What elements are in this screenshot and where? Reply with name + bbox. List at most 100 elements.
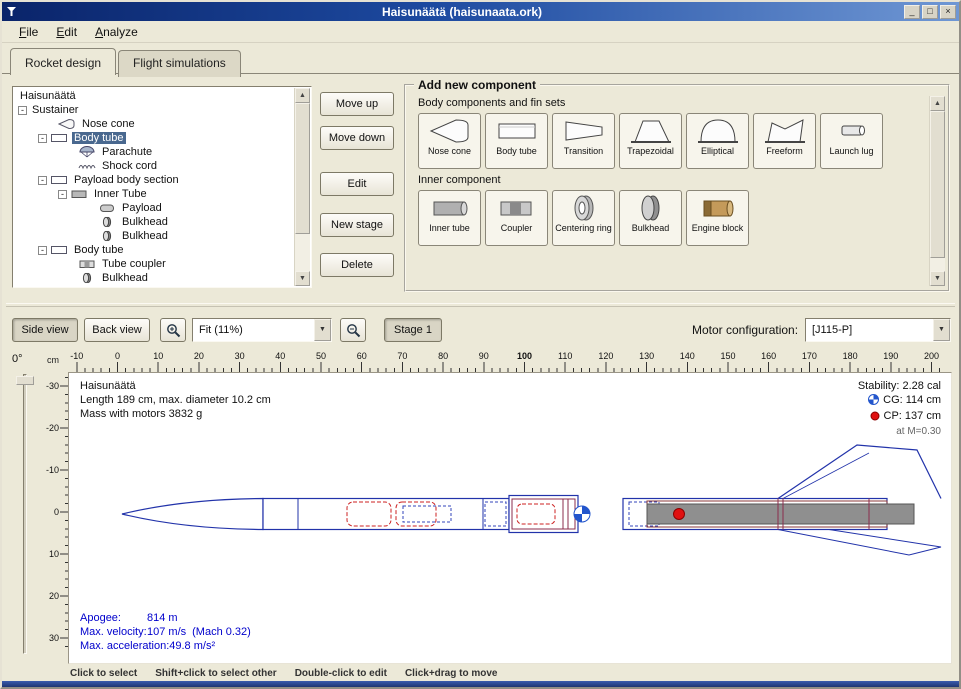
tube-icon bbox=[50, 174, 68, 186]
svg-text:20: 20 bbox=[194, 351, 204, 361]
rocket-canvas[interactable]: Haisunäätä Length 189 cm, max. diameter … bbox=[68, 372, 952, 664]
add-trapezoidal-button[interactable]: Trapezoidal bbox=[619, 113, 682, 169]
collapse-icon[interactable]: - bbox=[38, 134, 47, 143]
collapse-icon[interactable]: - bbox=[58, 190, 67, 199]
cp-value: CP: 137 cm bbox=[884, 410, 941, 422]
add-inner-tube-button[interactable]: Inner tube bbox=[418, 190, 481, 246]
tree-item-payload-body-section[interactable]: -Payload body section bbox=[14, 173, 294, 187]
scroll-up-icon[interactable]: ▲ bbox=[295, 88, 310, 103]
coupler-icon bbox=[78, 258, 96, 270]
tree-item-tube-coupler[interactable]: Tube coupler bbox=[14, 257, 294, 271]
app-rocket-icon bbox=[5, 5, 20, 19]
tab-flight-simulations[interactable]: Flight simulations bbox=[118, 50, 241, 77]
tree-item-label: Inner Tube bbox=[92, 188, 149, 200]
zoom-out-button[interactable] bbox=[340, 318, 366, 342]
collapse-icon[interactable]: - bbox=[18, 106, 27, 115]
tree-item-label: Nose cone bbox=[80, 118, 137, 130]
add-nose-cone-button[interactable]: Nose cone bbox=[418, 113, 481, 169]
collapse-icon[interactable]: - bbox=[38, 246, 47, 255]
scrollbar-track[interactable] bbox=[930, 111, 945, 271]
new-stage-button[interactable]: New stage bbox=[320, 213, 394, 237]
stage-1-toggle[interactable]: Stage 1 bbox=[384, 318, 442, 342]
menu-analyze[interactable]: Analyze bbox=[86, 22, 147, 42]
scroll-down-icon[interactable]: ▼ bbox=[295, 271, 310, 286]
bodytube-icon bbox=[495, 116, 539, 146]
hint-click-drag-to-move: Click+drag to move bbox=[405, 668, 498, 679]
add-freeform-button[interactable]: Freeform bbox=[753, 113, 816, 169]
palette-title: Add new component bbox=[414, 78, 540, 92]
scroll-down-icon[interactable]: ▼ bbox=[930, 271, 945, 286]
edit-button[interactable]: Edit bbox=[320, 172, 394, 196]
split-divider[interactable] bbox=[6, 303, 955, 307]
tree-item-bulkhead[interactable]: Bulkhead bbox=[14, 215, 294, 229]
innertube-icon bbox=[70, 188, 88, 200]
rocket-dimensions: Length 189 cm, max. diameter 10.2 cm bbox=[80, 393, 271, 407]
tree-item-payload[interactable]: Payload bbox=[14, 201, 294, 215]
move-up-button[interactable]: Move up bbox=[320, 92, 394, 116]
tab-rocket-design[interactable]: Rocket design bbox=[10, 48, 116, 75]
svg-text:130: 130 bbox=[639, 351, 654, 361]
back-view-button[interactable]: Back view bbox=[84, 318, 150, 342]
tree-item-body-tube[interactable]: -Body tube bbox=[14, 131, 294, 145]
ruler-unit-label: cm bbox=[40, 355, 66, 365]
rotation-angle-label: 0° bbox=[12, 353, 23, 365]
tree-item-inner-tube[interactable]: - Inner Tube bbox=[14, 187, 294, 201]
svg-text:40: 40 bbox=[275, 351, 285, 361]
add-coupler-button[interactable]: Coupler bbox=[485, 190, 548, 246]
scrollbar-thumb[interactable] bbox=[295, 103, 310, 234]
tree-item-haisun-t[interactable]: Haisunäätä bbox=[14, 89, 294, 103]
menu-edit[interactable]: Edit bbox=[47, 22, 86, 42]
body-tube-shape bbox=[263, 499, 509, 530]
chevron-down-icon[interactable]: ▼ bbox=[314, 319, 331, 341]
tree-item-body-tube[interactable]: -Body tube bbox=[14, 243, 294, 257]
add-elliptical-button[interactable]: Elliptical bbox=[686, 113, 749, 169]
svg-text:180: 180 bbox=[843, 351, 858, 361]
tree-item-bulkhead[interactable]: Bulkhead bbox=[14, 229, 294, 243]
palette-button-label: Launch lug bbox=[829, 146, 873, 156]
scrollbar-track[interactable] bbox=[295, 103, 310, 271]
stability-value: Stability: 2.28 cal bbox=[858, 379, 941, 393]
palette-scrollbar[interactable]: ▲ ▼ bbox=[929, 96, 945, 286]
side-view-button[interactable]: Side view bbox=[12, 318, 78, 342]
move-down-button[interactable]: Move down bbox=[320, 126, 394, 150]
maximize-icon[interactable]: □ bbox=[922, 5, 938, 19]
menu-file[interactable]: File bbox=[10, 22, 47, 42]
scrollbar-thumb[interactable] bbox=[930, 111, 945, 258]
hint-shift-click-to-select-other: Shift+click to select other bbox=[155, 668, 276, 679]
palette-body: Body components and fin setsNose coneBod… bbox=[410, 97, 944, 246]
component-tree-panel: Haisunäätä-SustainerNose cone-Body tubeP… bbox=[12, 86, 312, 288]
add-centering-ring-button[interactable]: Centering ring bbox=[552, 190, 615, 246]
add-transition-button[interactable]: Transition bbox=[552, 113, 615, 169]
collapse-icon[interactable]: - bbox=[38, 176, 47, 185]
bulkhead-icon bbox=[78, 272, 96, 284]
tree-item-sustainer[interactable]: -Sustainer bbox=[14, 103, 294, 117]
title-bar[interactable]: Haisunäätä (haisunaata.ork) _ □ × bbox=[2, 2, 959, 21]
delete-button[interactable]: Delete bbox=[320, 253, 394, 277]
rotation-slider-handle[interactable] bbox=[16, 376, 34, 385]
tree-item-shock-cord[interactable]: Shock cord bbox=[14, 159, 294, 173]
motor-configuration-select[interactable]: [J115-P] ▼ bbox=[805, 318, 951, 342]
tree-item-nose-cone[interactable]: Nose cone bbox=[14, 117, 294, 131]
tree-item-bulkhead[interactable]: Bulkhead bbox=[14, 271, 294, 285]
add-body-tube-button[interactable]: Body tube bbox=[485, 113, 548, 169]
add-engine-block-button[interactable]: Engine block bbox=[686, 190, 749, 246]
tree-item-label: Parachute bbox=[100, 146, 154, 158]
minimize-icon[interactable]: _ bbox=[904, 5, 920, 19]
window-title: Haisunäätä (haisunaata.ork) bbox=[20, 5, 904, 19]
zoom-select[interactable]: Fit (11%) ▼ bbox=[192, 318, 332, 342]
chevron-down-icon[interactable]: ▼ bbox=[933, 319, 950, 341]
add-bulkhead-button[interactable]: Bulkhead bbox=[619, 190, 682, 246]
tree-scrollbar[interactable]: ▲ ▼ bbox=[294, 88, 310, 286]
tab-strip: Rocket designFlight simulations bbox=[10, 48, 241, 75]
add-launch-lug-button[interactable]: Launch lug bbox=[820, 113, 883, 169]
hint-double-click-to-edit: Double-click to edit bbox=[295, 668, 387, 679]
payload-icon bbox=[98, 202, 116, 214]
tree-item-parachute[interactable]: Parachute bbox=[14, 145, 294, 159]
zoom-in-button[interactable] bbox=[160, 318, 186, 342]
bulkhead-icon bbox=[629, 193, 673, 223]
nosecone-icon bbox=[428, 116, 472, 146]
scroll-up-icon[interactable]: ▲ bbox=[930, 96, 945, 111]
rotation-slider[interactable] bbox=[23, 374, 27, 654]
close-icon[interactable]: × bbox=[940, 5, 956, 19]
tube-icon bbox=[50, 244, 68, 256]
